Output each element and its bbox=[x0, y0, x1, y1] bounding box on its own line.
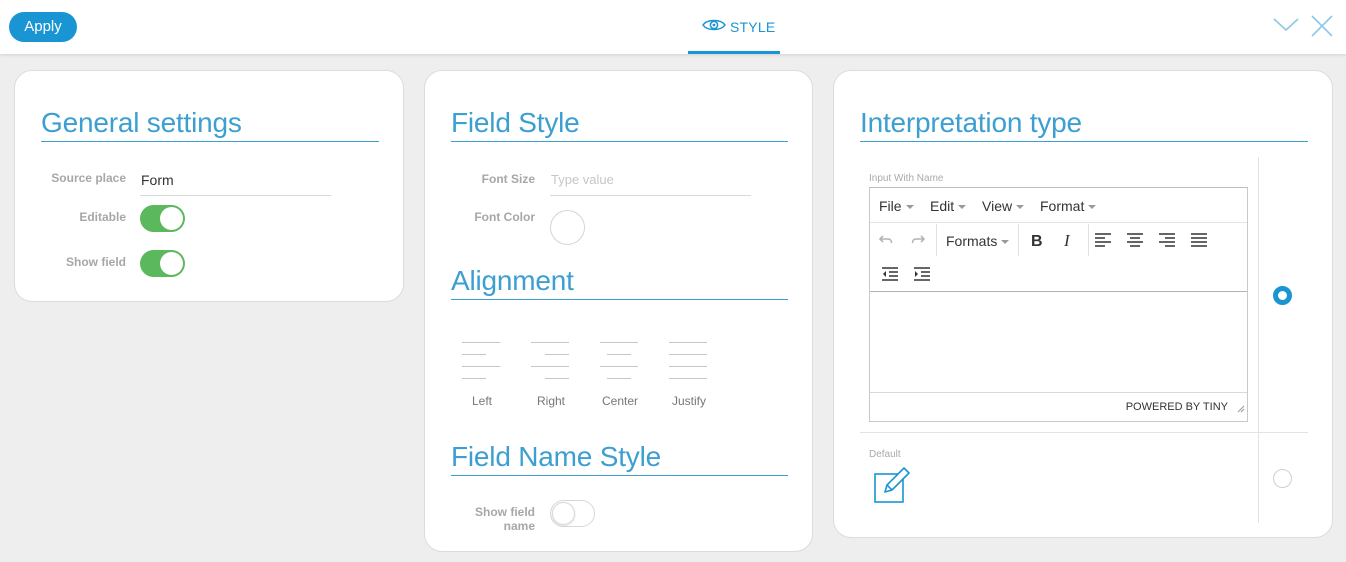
show-field-name-label: Show field name bbox=[431, 505, 535, 533]
option2-radio[interactable] bbox=[1273, 469, 1292, 488]
font-size-input[interactable]: Type value bbox=[550, 167, 751, 196]
caret-down-icon bbox=[958, 205, 967, 210]
field-style-card: Field Style Font Size Type value Font Co… bbox=[424, 70, 813, 552]
title-divider bbox=[451, 141, 788, 142]
align-justify-icon bbox=[669, 342, 709, 382]
source-place-field[interactable]: Form bbox=[140, 167, 331, 196]
toggle-knob bbox=[160, 207, 183, 230]
align-left-label: Left bbox=[471, 394, 492, 408]
align-justify-icon[interactable] bbox=[1191, 233, 1207, 252]
menu-file[interactable]: File bbox=[879, 198, 914, 214]
menubar-divider bbox=[870, 222, 1247, 223]
powered-by-tiny[interactable]: POWERED BY TINY bbox=[1126, 401, 1228, 413]
menu-format[interactable]: Format bbox=[1040, 198, 1097, 214]
menu-view[interactable]: View bbox=[982, 198, 1025, 214]
interpretation-type-title: Interpretation type bbox=[860, 107, 1082, 138]
show-field-toggle[interactable] bbox=[140, 250, 185, 277]
source-place-label: Source place bbox=[51, 171, 126, 185]
toolbar-separator bbox=[1088, 224, 1089, 256]
caret-down-icon bbox=[1088, 205, 1097, 210]
editable-label: Editable bbox=[79, 210, 126, 224]
show-field-name-toggle[interactable] bbox=[550, 500, 595, 527]
font-size-label: Font Size bbox=[481, 172, 535, 186]
toolbar-separator bbox=[936, 224, 937, 256]
align-right-icon[interactable] bbox=[1159, 233, 1175, 252]
align-center-label: Center bbox=[601, 394, 639, 408]
align-justify-label: Justify bbox=[671, 394, 706, 408]
eye-icon bbox=[702, 17, 726, 38]
align-justify-option[interactable]: Justify bbox=[659, 342, 719, 412]
redo-icon[interactable] bbox=[910, 232, 926, 253]
title-divider bbox=[451, 299, 788, 300]
formats-dropdown[interactable]: Formats bbox=[946, 233, 1010, 249]
undo-icon[interactable] bbox=[878, 232, 894, 253]
option1-label: Input With Name bbox=[869, 173, 944, 184]
edit-icon[interactable] bbox=[873, 464, 913, 509]
field-name-style-title: Field Name Style bbox=[451, 441, 661, 472]
caret-down-icon bbox=[905, 205, 914, 210]
options-row-divider bbox=[860, 432, 1308, 433]
tab-style-label: STYLE bbox=[730, 19, 776, 35]
option2-label: Default bbox=[869, 449, 901, 460]
option1-radio[interactable] bbox=[1273, 286, 1292, 305]
align-left-icon bbox=[462, 342, 502, 382]
show-field-label: Show field bbox=[66, 255, 126, 269]
align-center-option[interactable]: Center bbox=[590, 342, 650, 412]
align-center-icon[interactable] bbox=[1127, 233, 1143, 252]
align-left-option[interactable]: Left bbox=[452, 342, 512, 412]
bold-icon[interactable]: B bbox=[1028, 231, 1046, 254]
show-field-name-label-line2: name bbox=[503, 519, 535, 533]
font-size-placeholder: Type value bbox=[551, 172, 614, 187]
apply-button[interactable]: Apply bbox=[9, 12, 77, 42]
align-right-option[interactable]: Right bbox=[521, 342, 581, 412]
statusbar-divider bbox=[870, 392, 1247, 393]
align-left-icon[interactable] bbox=[1095, 233, 1111, 252]
alignment-title: Alignment bbox=[451, 265, 574, 296]
outdent-icon[interactable] bbox=[882, 267, 898, 286]
show-field-name-label-line1: Show field bbox=[475, 505, 535, 519]
source-place-value: Form bbox=[141, 172, 174, 188]
align-right-label: Right bbox=[536, 394, 565, 408]
toggle-knob bbox=[552, 502, 575, 525]
editable-toggle[interactable] bbox=[140, 205, 185, 232]
title-divider bbox=[41, 141, 379, 142]
font-color-label: Font Color bbox=[474, 210, 535, 224]
title-divider bbox=[860, 141, 1308, 142]
font-color-picker[interactable] bbox=[550, 210, 585, 245]
top-bar: Apply STYLE bbox=[0, 0, 1346, 54]
svg-text:B: B bbox=[1031, 233, 1043, 249]
caret-down-icon bbox=[1001, 240, 1010, 245]
caret-down-icon bbox=[1016, 205, 1025, 210]
chevron-down-icon[interactable] bbox=[1272, 14, 1300, 41]
tab-style[interactable]: STYLE bbox=[688, 0, 780, 54]
rich-text-editor[interactable]: File Edit View Format Formats B I POWERE… bbox=[869, 187, 1248, 422]
title-divider bbox=[451, 475, 788, 476]
field-style-title: Field Style bbox=[451, 107, 580, 138]
toggle-knob bbox=[160, 252, 183, 275]
toolbar-separator bbox=[1018, 224, 1019, 256]
active-tab-indicator bbox=[688, 51, 780, 54]
resize-handle-icon[interactable] bbox=[1237, 400, 1245, 418]
general-settings-card: General settings Source place Form Edita… bbox=[14, 70, 404, 302]
indent-icon[interactable] bbox=[914, 267, 930, 286]
menu-edit[interactable]: Edit bbox=[930, 198, 967, 214]
italic-icon[interactable]: I bbox=[1060, 231, 1078, 254]
close-icon[interactable] bbox=[1310, 14, 1334, 43]
general-settings-title: General settings bbox=[41, 107, 242, 138]
align-right-icon bbox=[531, 342, 571, 382]
align-center-icon bbox=[600, 342, 640, 382]
svg-text:I: I bbox=[1063, 231, 1071, 249]
editor-content-area[interactable] bbox=[870, 292, 1247, 392]
options-column-divider bbox=[1258, 157, 1259, 523]
